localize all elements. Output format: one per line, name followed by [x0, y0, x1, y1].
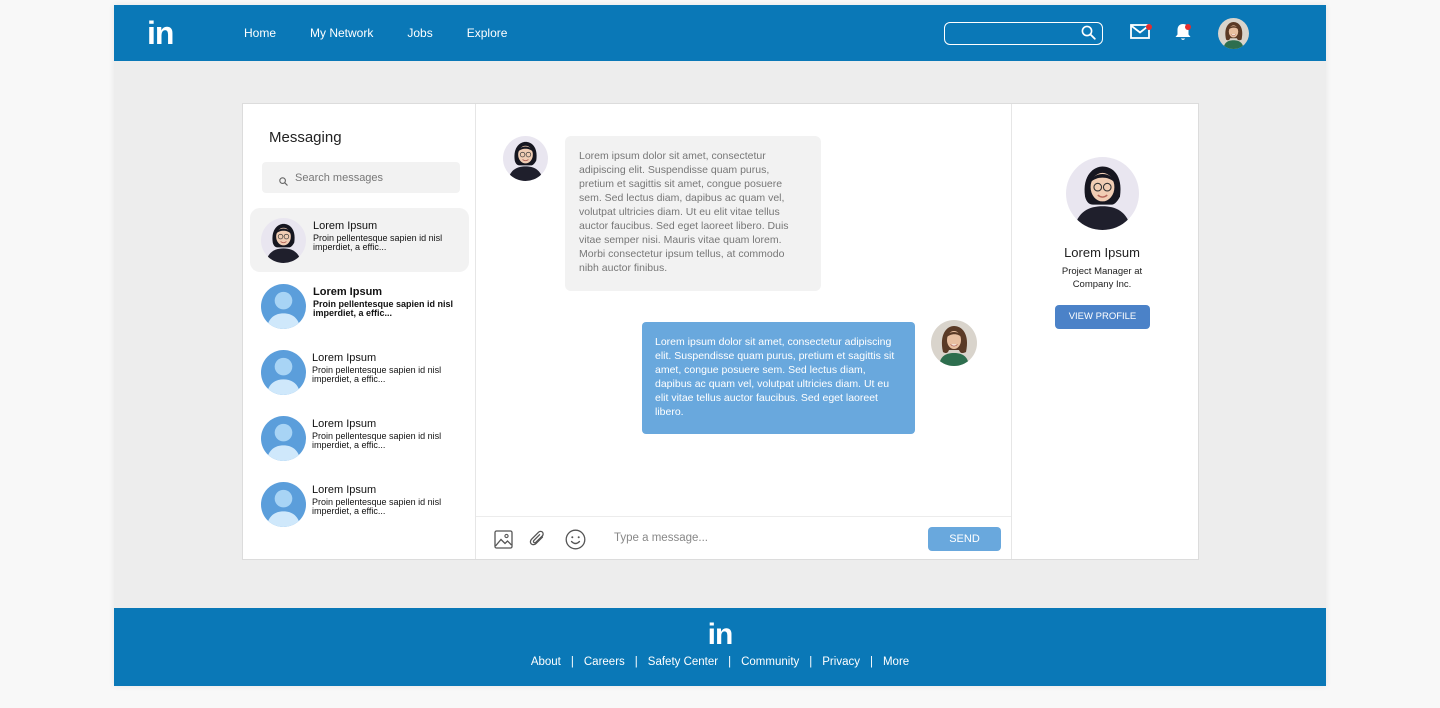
footer-link-privacy[interactable]: Privacy [822, 656, 860, 668]
messaging-card: Messaging Lorem Ipsum Proin pellentesque… [242, 103, 1199, 560]
conversation-preview: Proin pellentesque sapien id nisl imperd… [312, 431, 442, 450]
app-frame: in Home My Network Jobs Explore Messagin… [114, 5, 1326, 686]
view-profile-button[interactable]: VIEW PROFILE [1055, 305, 1150, 329]
footer-separator: | [809, 656, 813, 668]
footer-separator: | [634, 656, 638, 668]
footer-link-community[interactable]: Community [741, 656, 799, 668]
outgoing-message: Lorem ipsum dolor sit amet, consectetur … [642, 322, 915, 434]
profile-avatar [1066, 157, 1139, 230]
send-button[interactable]: SEND [928, 527, 1001, 551]
message-search-input[interactable] [295, 169, 450, 186]
conversation-item[interactable]: Lorem Ipsum Proin pellentesque sapien id… [250, 340, 469, 404]
footer-separator: | [570, 656, 574, 668]
footer-link-safety-center[interactable]: Safety Center [648, 656, 718, 668]
footer-link-more[interactable]: More [883, 656, 909, 668]
conversation-name: Lorem Ipsum [312, 484, 377, 496]
linkedin-logo[interactable]: in [147, 17, 174, 49]
mail-unread-dot [1146, 24, 1152, 30]
avatar-placeholder-icon [261, 416, 306, 461]
chat-panel: Lorem ipsum dolor sit amet, consectetur … [476, 104, 1012, 559]
own-avatar [931, 320, 977, 366]
conversation-item[interactable]: Lorem Ipsum Proin pellentesque sapien id… [250, 406, 469, 470]
search-icon [279, 173, 288, 191]
avatar-placeholder-icon [261, 284, 306, 329]
footer-separator: | [869, 656, 873, 668]
user-avatar[interactable] [1218, 18, 1249, 49]
conversation-list-panel: Messaging Lorem Ipsum Proin pellentesque… [243, 104, 476, 559]
profile-panel: Lorem Ipsum Project Manager at Company I… [1012, 104, 1198, 559]
nav-my-network[interactable]: My Network [310, 26, 373, 40]
profile-headline: Project Manager at Company Inc. [1061, 266, 1143, 290]
avatar-placeholder-icon [261, 350, 306, 395]
conversation-name: Lorem Ipsum [312, 418, 377, 430]
footer: in About | Careers | Safety Center | Com… [114, 608, 1326, 686]
nav-home[interactable]: Home [244, 26, 276, 40]
footer-link-about[interactable]: About [531, 656, 561, 668]
avatar [261, 218, 306, 263]
notification-dot [1185, 24, 1191, 30]
image-icon[interactable] [494, 530, 513, 554]
nav-jobs[interactable]: Jobs [407, 26, 432, 40]
nav-explore[interactable]: Explore [467, 26, 508, 40]
sender-avatar [503, 136, 548, 181]
messaging-title: Messaging [269, 129, 342, 146]
emoji-icon[interactable] [565, 529, 586, 555]
conversation-item[interactable]: Lorem Ipsum Proin pellentesque sapien id… [250, 472, 469, 536]
message-input[interactable] [614, 529, 914, 547]
message-search [262, 162, 460, 193]
conversation-name: Lorem Ipsum [313, 286, 383, 298]
conversation-name: Lorem Ipsum [312, 352, 377, 364]
top-navbar: in Home My Network Jobs Explore [114, 5, 1326, 61]
search-icon[interactable] [1081, 25, 1096, 45]
avatar-placeholder-icon [261, 482, 306, 527]
footer-links: About | Careers | Safety Center | Commun… [114, 656, 1326, 668]
conversation-preview: Proin pellentesque sapien id nisl imperd… [313, 233, 443, 252]
footer-link-careers[interactable]: Careers [584, 656, 625, 668]
global-search-input[interactable] [951, 25, 1076, 41]
conversation-preview: Proin pellentesque sapien id nisl imperd… [313, 299, 454, 318]
conversation-item[interactable]: Lorem Ipsum Proin pellentesque sapien id… [250, 208, 469, 272]
conversation-preview: Proin pellentesque sapien id nisl imperd… [312, 497, 442, 516]
conversation-preview: Proin pellentesque sapien id nisl imperd… [312, 365, 442, 384]
footer-logo: in [707, 618, 734, 651]
message-composer: SEND [476, 516, 1011, 559]
global-search [944, 22, 1103, 45]
paperclip-icon[interactable] [529, 530, 548, 554]
conversation-item[interactable]: Lorem Ipsum Proin pellentesque sapien id… [250, 274, 469, 338]
incoming-message: Lorem ipsum dolor sit amet, consectetur … [565, 136, 821, 291]
conversation-name: Lorem Ipsum [313, 220, 378, 232]
profile-name: Lorem Ipsum [1064, 245, 1140, 260]
footer-separator: | [728, 656, 732, 668]
main-nav: Home My Network Jobs Explore [244, 5, 541, 61]
